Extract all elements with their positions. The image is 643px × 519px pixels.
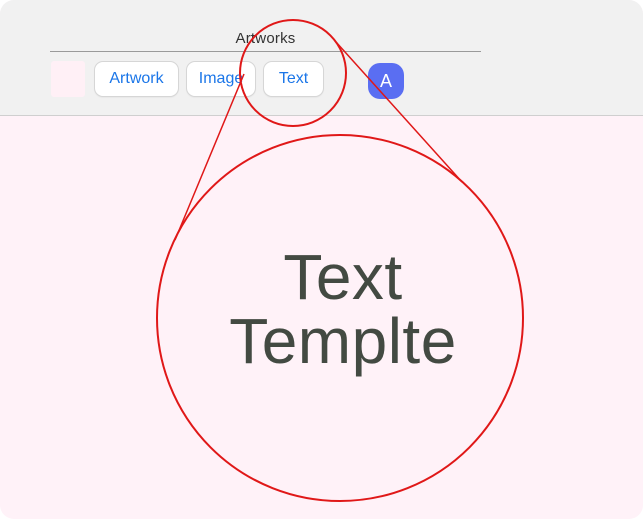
color-swatch[interactable] <box>51 61 85 97</box>
title-divider <box>50 51 481 52</box>
window-title: Artworks <box>235 30 296 47</box>
avatar-button[interactable]: A <box>368 63 404 99</box>
zoom-text-line2: Templte <box>229 305 457 377</box>
toolbar: Artworks Artwork Image Text A <box>0 0 643 116</box>
artwork-button[interactable]: Artwork <box>94 61 179 97</box>
zoom-text-line1: Text <box>283 241 403 313</box>
zoom-magnified-text: Text Templte <box>160 245 526 373</box>
app-window: Artworks Artwork Image Text A Text Templ… <box>0 0 643 519</box>
image-button[interactable]: Image <box>186 61 256 97</box>
text-button[interactable]: Text <box>263 61 324 97</box>
